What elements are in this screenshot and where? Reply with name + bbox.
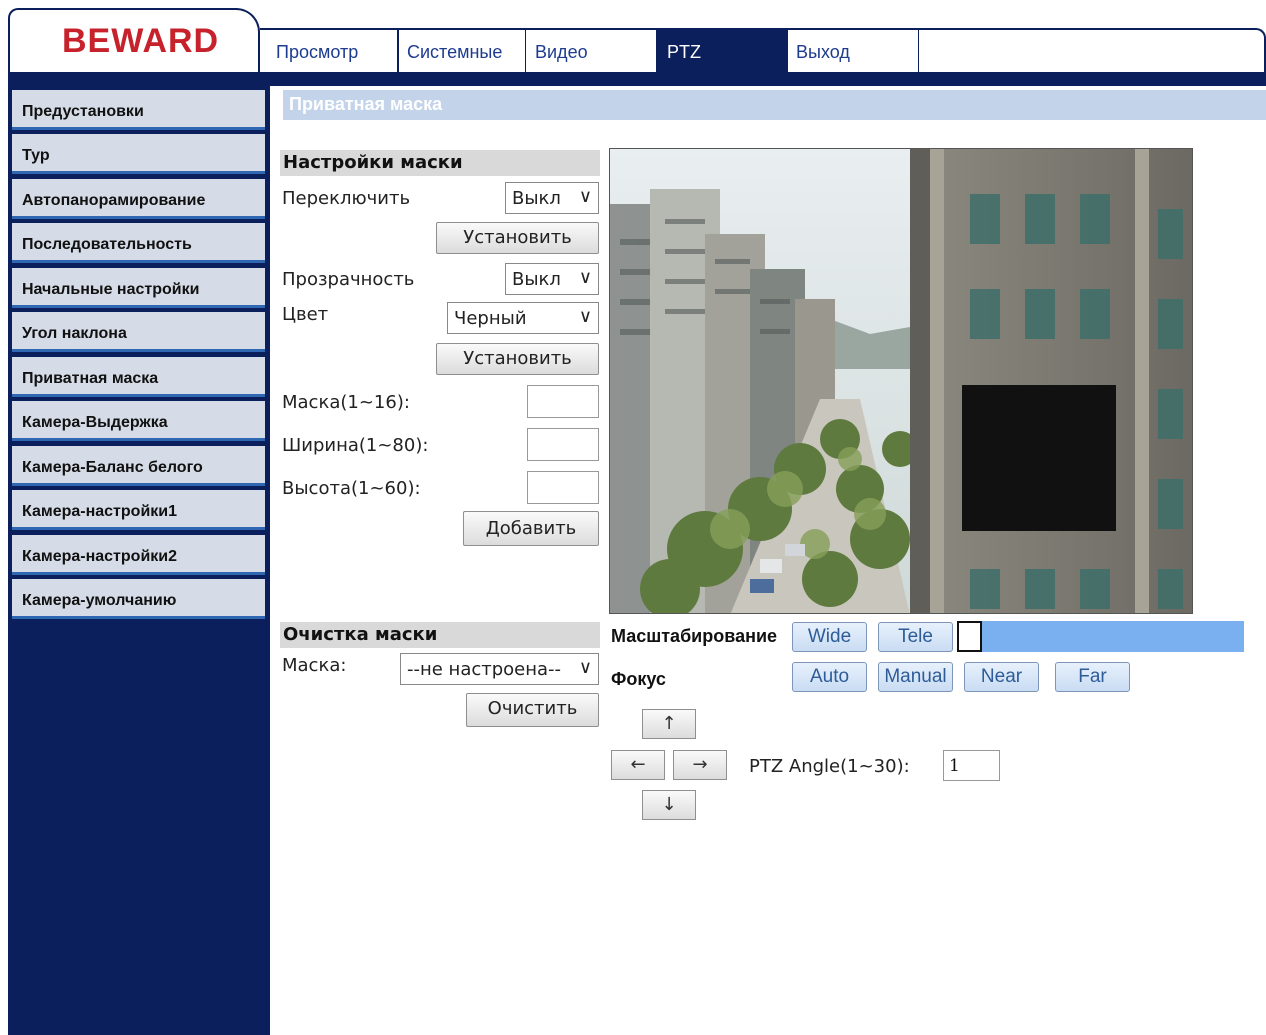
mask-number-label: Маска(1~16): bbox=[282, 392, 410, 413]
zoom-level-bar[interactable] bbox=[957, 621, 1244, 652]
sidebar-item-defaults[interactable]: Камера-умолчанию bbox=[12, 579, 265, 619]
sidebar-item-exposure[interactable]: Камера-Выдержка bbox=[12, 401, 265, 441]
mask-width-input[interactable] bbox=[527, 428, 599, 461]
privacy-mask-region bbox=[962, 385, 1116, 531]
nav-underbar bbox=[8, 72, 1266, 86]
zoom-tele-button[interactable]: Tele bbox=[878, 622, 953, 652]
sidebar-item-privacy-mask[interactable]: Приватная маска bbox=[12, 357, 265, 397]
sidebar-item-sequence[interactable]: Последовательность bbox=[12, 223, 265, 263]
pan-up-button[interactable]: ↑ bbox=[642, 709, 696, 739]
color-label: Цвет bbox=[282, 304, 329, 325]
ptz-angle-label: PTZ Angle(1~30): bbox=[749, 756, 910, 777]
set-button[interactable]: Установить bbox=[436, 222, 599, 254]
chevron-down-icon: ∨ bbox=[578, 267, 592, 288]
set-color-button[interactable]: Установить bbox=[436, 343, 599, 375]
zoom-label: Масштабирование bbox=[611, 626, 778, 646]
tab-view[interactable]: Просмотр bbox=[268, 30, 398, 72]
camera-video-view[interactable] bbox=[609, 148, 1193, 614]
mask-settings-header: Настройки маски bbox=[280, 150, 600, 176]
pan-right-button[interactable]: → bbox=[673, 750, 727, 780]
switch-select-value: Выкл bbox=[512, 188, 561, 209]
color-select-value: Черный bbox=[454, 308, 527, 329]
tab-video[interactable]: Видео bbox=[527, 30, 657, 72]
beward-logo: BEWARD bbox=[62, 22, 220, 60]
zoom-level-handle[interactable] bbox=[957, 621, 982, 652]
mask-number-input[interactable] bbox=[527, 385, 599, 418]
clear-mask-label: Маска: bbox=[282, 655, 347, 676]
transparency-label: Прозрачность bbox=[282, 269, 415, 290]
tab-ptz[interactable]: PTZ bbox=[657, 30, 788, 72]
clear-mask-button[interactable]: Очистить bbox=[466, 693, 599, 727]
add-mask-button[interactable]: Добавить bbox=[463, 511, 599, 546]
switch-select[interactable]: Выкл ∨ bbox=[505, 182, 599, 214]
pan-left-button[interactable]: ← bbox=[611, 750, 665, 780]
clear-mask-select[interactable]: --не настроена-- ∨ bbox=[400, 653, 599, 685]
sidebar-item-settings1[interactable]: Камера-настройки1 bbox=[12, 490, 265, 530]
mask-width-label: Ширина(1~80): bbox=[282, 435, 429, 456]
mask-height-input[interactable] bbox=[527, 471, 599, 504]
chevron-down-icon: ∨ bbox=[578, 186, 592, 207]
mask-clear-header: Очистка маски bbox=[280, 622, 600, 648]
sidebar-item-settings2[interactable]: Камера-настройки2 bbox=[12, 535, 265, 575]
focus-manual-button[interactable]: Manual bbox=[878, 662, 953, 692]
switch-label: Переключить bbox=[282, 188, 411, 209]
page-title-bar: Приватная маска bbox=[283, 90, 1266, 120]
street-scene-image bbox=[610, 149, 1192, 613]
zoom-wide-button[interactable]: Wide bbox=[792, 622, 867, 652]
transparency-select-value: Выкл bbox=[512, 269, 561, 290]
sidebar-item-presets[interactable]: Предустановки bbox=[12, 90, 265, 130]
focus-label: Фокус bbox=[611, 669, 666, 689]
pan-down-button[interactable]: ↓ bbox=[642, 790, 696, 820]
mask-height-label: Высота(1~60): bbox=[282, 478, 421, 499]
focus-far-button[interactable]: Far bbox=[1055, 662, 1130, 692]
sidebar-item-white-balance[interactable]: Камера-Баланс белого bbox=[12, 446, 265, 486]
focus-near-button[interactable]: Near bbox=[964, 662, 1039, 692]
color-select[interactable]: Черный ∨ bbox=[447, 302, 599, 334]
chevron-down-icon: ∨ bbox=[578, 306, 592, 327]
sidebar-item-tour[interactable]: Тур bbox=[12, 134, 265, 174]
logo-frame: BEWARD bbox=[8, 8, 260, 72]
tab-exit[interactable]: Выход bbox=[788, 30, 919, 72]
sidebar-item-initial[interactable]: Начальные настройки bbox=[12, 268, 265, 308]
transparency-select[interactable]: Выкл ∨ bbox=[505, 263, 599, 295]
sidebar: Предустановки Тур Автопанорамирование По… bbox=[8, 86, 270, 1035]
focus-auto-button[interactable]: Auto bbox=[792, 662, 867, 692]
page-title: Приватная маска bbox=[289, 94, 443, 114]
chevron-down-icon: ∨ bbox=[578, 657, 592, 678]
tab-system[interactable]: Системные bbox=[398, 30, 526, 72]
sidebar-item-autopan[interactable]: Автопанорамирование bbox=[12, 179, 265, 219]
ptz-angle-input[interactable]: 1 bbox=[943, 750, 1000, 781]
clear-mask-select-value: --не настроена-- bbox=[407, 659, 562, 680]
sidebar-item-tilt-angle[interactable]: Угол наклона bbox=[12, 312, 265, 352]
